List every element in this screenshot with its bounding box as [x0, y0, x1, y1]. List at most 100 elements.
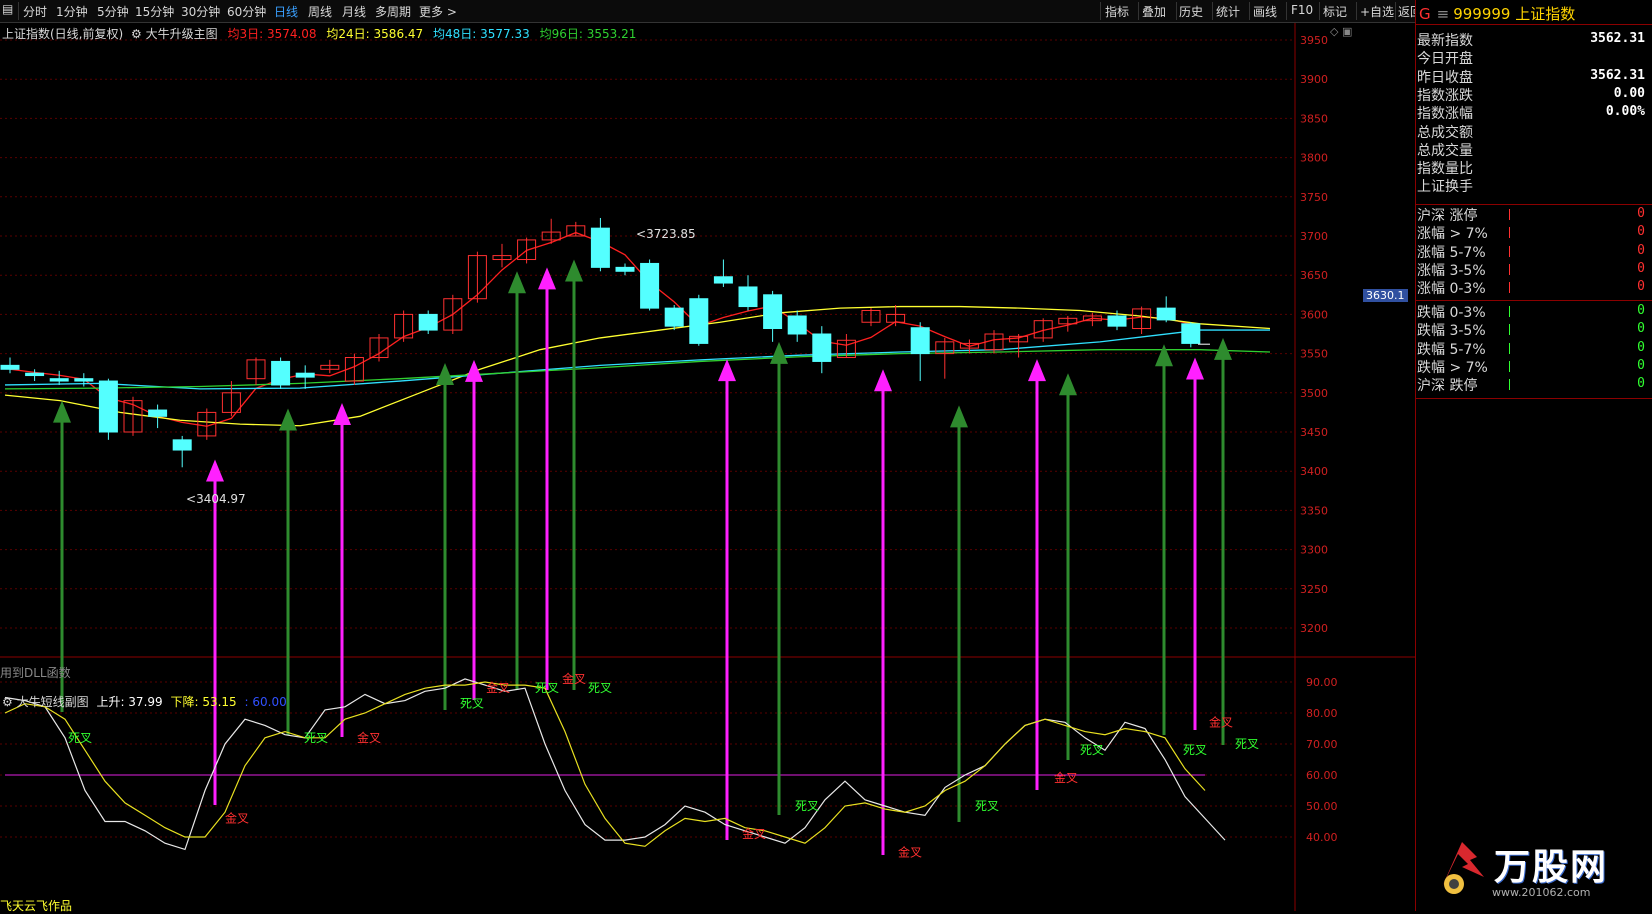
ma3-value: 均3日: 3574.08 — [227, 27, 317, 41]
menu-icon[interactable]: ▤ — [2, 2, 13, 16]
stats-button[interactable]: 统计 — [1216, 3, 1240, 20]
tab-5min[interactable]: 5分钟 — [97, 3, 129, 20]
menu-lines-icon[interactable]: ≡ — [1437, 5, 1450, 23]
breadth-count: 0 — [1637, 339, 1645, 355]
candle-body — [148, 409, 168, 417]
quote-row-value: 0.00% — [1605, 104, 1645, 120]
buy-signal-arrow — [508, 271, 526, 690]
breadth-bar — [1509, 306, 1510, 317]
candle-body — [74, 378, 94, 382]
current-price-tag: 3630.1 — [1363, 289, 1408, 302]
quote-row-value: 3562.31 — [1590, 67, 1645, 83]
cross-label: 死叉 — [588, 681, 612, 695]
add-watchlist-button[interactable]: +自选 — [1360, 3, 1394, 20]
breadth-count: 0 — [1637, 206, 1645, 221]
breadth-bar — [1509, 379, 1510, 391]
quote-row: 涨幅 3-5% 0 — [1417, 260, 1649, 279]
tab-more[interactable]: 更多 > — [419, 3, 457, 20]
indicator-button[interactable]: 指标 — [1105, 3, 1129, 20]
candle-body — [689, 298, 709, 344]
candle-body — [25, 372, 45, 377]
candle-body — [713, 276, 733, 284]
y-tick-label: 3350 — [1300, 504, 1328, 517]
tab-60min[interactable]: 60分钟 — [227, 3, 266, 20]
tab-multi-period[interactable]: 多周期 — [375, 3, 411, 20]
indicator-name[interactable]: 大牛升级主图 — [146, 27, 218, 41]
breadth-bar — [1509, 324, 1510, 336]
cross-label: 金叉 — [1209, 714, 1233, 729]
y-tick-label: 3550 — [1300, 348, 1328, 361]
y-tick-label: 3700 — [1300, 230, 1328, 243]
settings-icon[interactable]: ⚙ — [131, 27, 142, 41]
cross-label: 金叉 — [225, 810, 249, 825]
kline-chart[interactable]: 死叉金叉死叉 金叉死叉金叉 死叉金叉死叉金叉死叉金叉死叉金叉死叉 死叉金叉死叉 395… — [0, 23, 1415, 911]
arrow-logo-icon — [1442, 842, 1484, 894]
sub-y-tick-label: 40.00 — [1306, 831, 1338, 844]
tab-fenshi[interactable]: 分时 — [23, 3, 47, 20]
window-controls-icon[interactable]: ◇ ▣ — [1330, 25, 1352, 38]
sell-signal-arrow — [1028, 359, 1046, 790]
breadth-bar — [1509, 263, 1510, 275]
draw-line-button[interactable]: 画线 — [1253, 3, 1277, 20]
quote-title: G ≡ 999999 上证指数 — [1419, 3, 1575, 24]
quote-row: 今日开盘 — [1417, 48, 1649, 67]
y-tick-label: 3300 — [1300, 544, 1328, 557]
cross-label: 死叉 — [1235, 737, 1259, 751]
breadth-bar — [1509, 245, 1510, 257]
y-tick-label: 3750 — [1300, 191, 1328, 204]
market-marker: G — [1419, 5, 1431, 23]
candle-body — [1107, 315, 1127, 327]
candle-body — [0, 364, 20, 370]
f10-button[interactable]: F10 — [1291, 3, 1313, 17]
tab-1min[interactable]: 1分钟 — [56, 3, 88, 20]
quote-row-label: 总成交量 — [1417, 142, 1473, 159]
candle-body — [1181, 323, 1201, 344]
cross-label: 死叉 — [795, 799, 819, 813]
breadth-count: 0 — [1637, 321, 1645, 337]
breadth-count: 0 — [1637, 279, 1645, 295]
quote-row-label: 上证换手 — [1417, 179, 1473, 196]
history-button[interactable]: 历史 — [1179, 3, 1203, 20]
ma24-line — [4, 305, 1271, 427]
security-name: 上证指数(日线,前复权) — [2, 27, 124, 41]
breadth-count: 0 — [1637, 260, 1645, 276]
buy-signal-arrow — [436, 363, 454, 710]
quote-row: 昨日收盘 3562.31 — [1417, 67, 1649, 86]
candle-body — [910, 327, 930, 355]
sub-settings-icon[interactable]: ⚙ — [2, 695, 13, 709]
candle-body — [812, 333, 832, 362]
tab-30min[interactable]: 30分钟 — [181, 3, 220, 20]
breadth-bar — [1509, 227, 1510, 239]
candle-body — [640, 262, 660, 309]
y-tick-label: 3400 — [1300, 465, 1328, 478]
sub-y-tick-label: 70.00 — [1306, 738, 1338, 751]
candle-body — [1156, 307, 1176, 321]
tab-weekly[interactable]: 周线 — [308, 3, 332, 20]
tab-monthly[interactable]: 月线 — [342, 3, 366, 20]
quote-row: 跌幅 > 7% 0 — [1417, 357, 1649, 376]
quote-row: 指数量比 — [1417, 158, 1649, 177]
sub-indicator-name[interactable]: 大牛短线副图 — [17, 695, 89, 709]
candle-body — [615, 266, 635, 272]
low-price-label: <3404.97 — [186, 492, 246, 506]
mark-button[interactable]: 标记 — [1323, 3, 1347, 20]
buy-signal-arrow — [1059, 373, 1077, 760]
candle-body — [271, 360, 291, 386]
candle-body — [98, 380, 118, 433]
cross-label: 死叉 — [460, 697, 484, 711]
buy-signal-arrow — [1155, 344, 1173, 735]
logo-title: 万股网 — [1494, 847, 1609, 888]
quote-row-label: 沪深 涨停 — [1417, 208, 1478, 224]
candle-body — [664, 307, 684, 327]
quote-row: 跌幅 0-3% 0 — [1417, 302, 1649, 321]
cross-label: 死叉 — [975, 799, 999, 813]
quote-row-label: 跌幅 3-5% — [1417, 323, 1486, 340]
cross-label: 金叉 — [742, 826, 766, 841]
buy-signal-arrow — [565, 259, 583, 690]
cross-label: 金叉 — [898, 845, 922, 860]
tab-15min[interactable]: 15分钟 — [135, 3, 174, 20]
overlay-button[interactable]: 叠加 — [1142, 3, 1166, 20]
sub-y-tick-label: 80.00 — [1306, 707, 1338, 720]
tab-daily[interactable]: 日线 — [274, 3, 298, 20]
quote-row: 指数涨幅 0.00% — [1417, 103, 1649, 122]
